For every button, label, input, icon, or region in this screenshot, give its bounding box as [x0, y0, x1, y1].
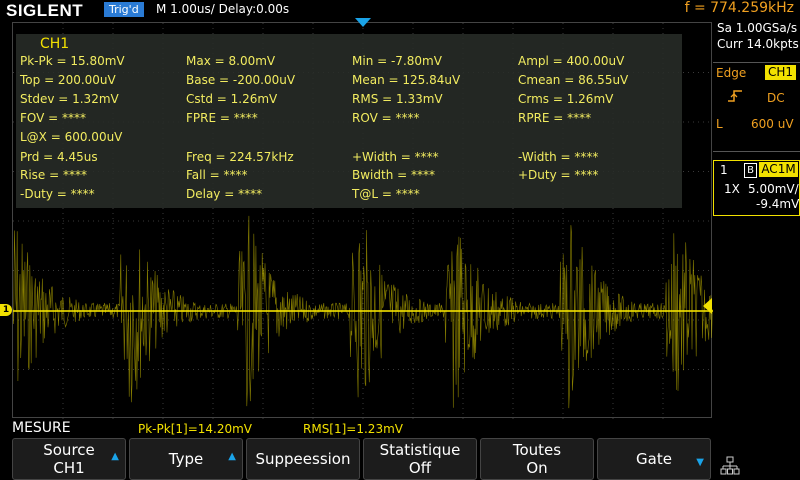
measurement-value: RMS = 1.33mV — [352, 92, 443, 106]
status-bar: MESURE Pk-Pk[1]=14.20mV RMS[1]=1.23mV — [0, 420, 800, 438]
frequency-readout: f = 774.259kHz — [684, 0, 794, 16]
bandwidth-limit-badge: B — [744, 163, 757, 178]
right-info-panel: Sa 1.00GSa/s Curr 14.0kpts Edge CH1 DC L… — [713, 20, 800, 216]
status-measurement-2: RMS[1]=1.23mV — [303, 422, 403, 436]
softkey-label: Gate — [636, 450, 672, 468]
softkey-label: Statistique — [379, 441, 461, 459]
softkey-value: Off — [408, 459, 432, 477]
measurement-value: ROV = **** — [352, 111, 420, 125]
softkey-bar: Source CH1 ▲ Type ▲ Suppeession Statisti… — [0, 438, 800, 480]
measurement-channel-title: CH1 — [40, 36, 70, 52]
channel-number: 1 — [720, 163, 728, 177]
measurement-value: FPRE = **** — [186, 111, 258, 125]
trigger-level-value: 600 uV — [751, 117, 794, 131]
trigger-type: Edge — [716, 66, 747, 80]
softkey-label: Source — [43, 441, 95, 459]
measurement-value: Max = 8.00mV — [186, 54, 276, 68]
softkey-statistics[interactable]: Statistique Off — [363, 438, 477, 480]
softkey-label: Toutes — [512, 441, 562, 459]
measurement-value: Stdev = 1.32mV — [20, 92, 119, 106]
softkey-value: CH1 — [53, 459, 85, 477]
measurement-value: Cmean = 86.55uV — [518, 73, 629, 87]
measurement-value: Ampl = 400.00uV — [518, 54, 625, 68]
softkey-label: Type — [168, 450, 204, 468]
softkey-gate[interactable]: Gate ▼ — [597, 438, 711, 480]
measurement-value: Freq = 224.57kHz — [186, 150, 294, 164]
trigger-level-label: L — [716, 117, 723, 131]
measurement-value: Delay = **** — [186, 187, 263, 201]
measurement-value: Mean = 125.84uV — [352, 73, 461, 87]
measurement-value: Rise = **** — [20, 168, 87, 182]
softkey-label: Suppeession — [255, 450, 351, 468]
network-icon — [720, 456, 740, 476]
softkey-type[interactable]: Type ▲ — [129, 438, 243, 480]
softkey-value: On — [526, 459, 548, 477]
softkey-all-measurements[interactable]: Toutes On — [480, 438, 594, 480]
trigger-level-marker[interactable] — [703, 298, 712, 314]
top-bar: SIGLENT Trig'd M 1.00us/ Delay:0.00s f =… — [0, 0, 800, 20]
channel-1-settings[interactable]: 1 B AC1M 1X 5.00mV/ -9.4mV — [713, 160, 800, 216]
rising-edge-icon — [727, 89, 743, 107]
measurement-value: Pk-Pk = 15.80mV — [20, 54, 125, 68]
measurement-value: +Width = **** — [352, 150, 439, 164]
vertical-scale: 5.00mV/ — [748, 182, 799, 196]
measurement-value: -Width = **** — [518, 150, 599, 164]
measurement-value: T@L = **** — [352, 187, 420, 201]
softkey-source[interactable]: Source CH1 ▲ — [12, 438, 126, 480]
measurement-value: Fall = **** — [186, 168, 248, 182]
trigger-status-badge: Trig'd — [104, 2, 144, 17]
softkey-suppression[interactable]: Suppeession — [246, 438, 360, 480]
status-measurement-1: Pk-Pk[1]=14.20mV — [138, 422, 253, 436]
arrow-up-icon: ▲ — [228, 451, 236, 462]
probe-attenuation: 1X — [724, 182, 740, 196]
measurement-panel: CH1 Pk-Pk = 15.80mV Max = 8.00mV Min = -7.… — [16, 34, 682, 208]
measurement-value: +Duty = **** — [518, 168, 599, 182]
vertical-offset: -9.4mV — [756, 197, 800, 211]
trigger-settings[interactable]: Edge CH1 DC L 600 uV — [713, 62, 800, 152]
channel-coupling: AC1M — [759, 162, 798, 177]
measurement-value: -Duty = **** — [20, 187, 95, 201]
measurement-value: Min = -7.80mV — [352, 54, 442, 68]
measurement-value: L@X = 600.00uV — [20, 130, 123, 144]
measurement-value: Top = 200.00uV — [20, 73, 116, 87]
sample-rate: Sa 1.00GSa/s — [717, 21, 798, 35]
measurement-value: Cstd = 1.26mV — [186, 92, 278, 106]
memory-depth: Curr 14.0kpts — [717, 37, 799, 51]
brand-logo: SIGLENT — [6, 1, 84, 20]
trigger-position-marker[interactable] — [355, 18, 371, 27]
trigger-source: CH1 — [765, 65, 796, 80]
measurement-value: Prd = 4.45us — [20, 150, 98, 164]
measurement-value: FOV = **** — [20, 111, 87, 125]
trigger-coupling: DC — [767, 91, 785, 105]
measurement-value: Bwidth = **** — [352, 168, 435, 182]
measurement-value: Crms = 1.26mV — [518, 92, 614, 106]
measurement-value: Base = -200.00uV — [186, 73, 296, 87]
timebase-readout: M 1.00us/ Delay:0.00s — [156, 2, 290, 16]
arrow-up-icon: ▲ — [111, 451, 119, 462]
arrow-down-icon: ▼ — [696, 457, 704, 468]
channel-offset-marker[interactable]: 1 — [0, 304, 12, 316]
menu-title: MESURE — [12, 420, 71, 436]
measurement-value: RPRE = **** — [518, 111, 592, 125]
